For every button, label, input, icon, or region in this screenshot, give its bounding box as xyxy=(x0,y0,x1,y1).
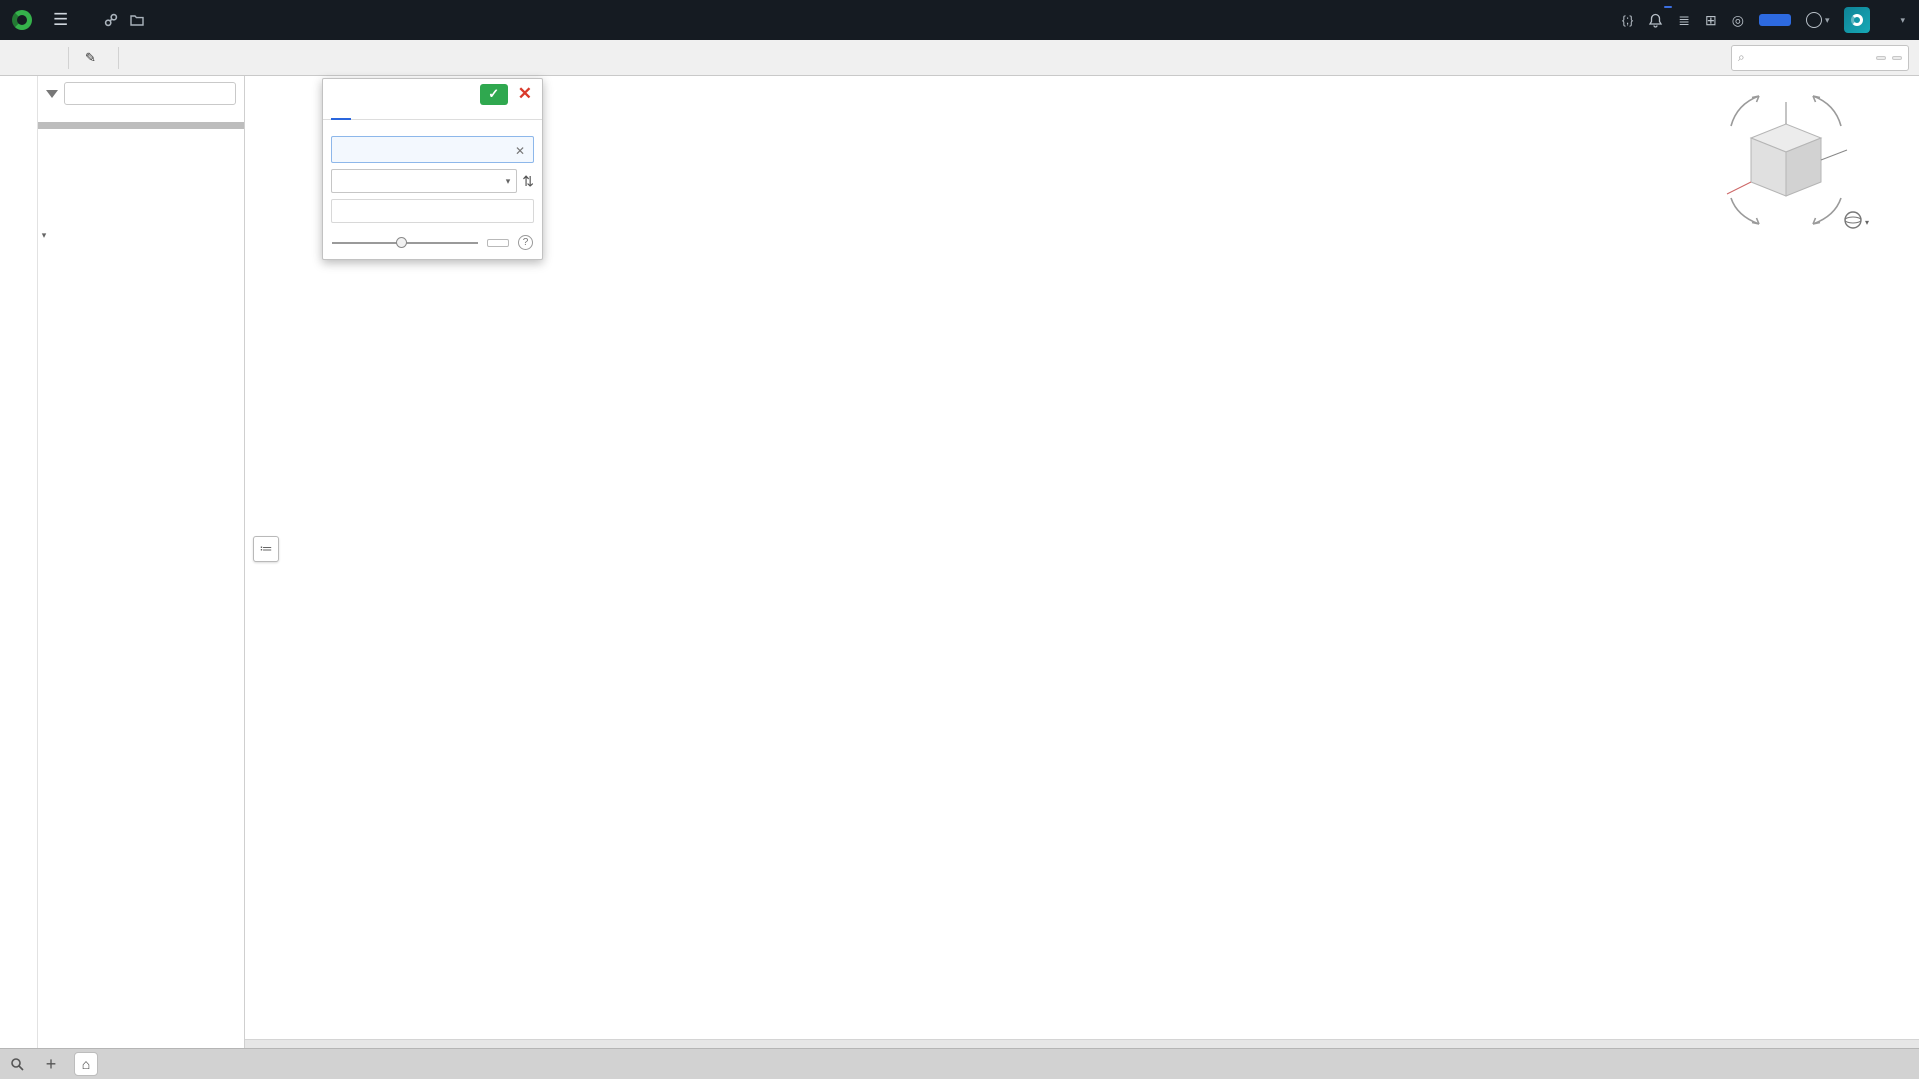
undo-button[interactable] xyxy=(10,44,36,72)
left-rail xyxy=(0,76,38,1048)
onshape-logo-icon xyxy=(12,10,32,30)
toolbar-divider xyxy=(68,46,69,69)
notifications-bell-icon[interactable] xyxy=(1648,5,1673,28)
flip-direction-icon[interactable]: ⇅ xyxy=(522,173,534,190)
help-menu-icon[interactable]: ▾ xyxy=(1805,12,1829,28)
new-tab-button[interactable]: + xyxy=(34,1049,68,1079)
toolbar-divider xyxy=(117,46,119,69)
home-tab-button[interactable]: ⌂ xyxy=(74,1052,98,1076)
parts-header-row[interactable]: ▾ xyxy=(38,222,244,248)
notification-badge xyxy=(1664,5,1673,8)
clear-selection-icon[interactable]: ✕ xyxy=(513,144,527,158)
task-list-icon[interactable]: ≣ xyxy=(1678,12,1690,29)
mode-remove[interactable] xyxy=(363,125,375,129)
rollback-bar[interactable] xyxy=(38,122,244,129)
dialog-help-icon[interactable]: ? xyxy=(518,235,533,250)
horizontal-scrollbar[interactable] xyxy=(245,1039,1919,1048)
perspective-toggle-icon[interactable]: ▾ xyxy=(1844,211,1869,229)
svg-text:▾: ▾ xyxy=(1865,218,1869,227)
avatar-logo-icon xyxy=(1851,14,1864,26)
share-button[interactable] xyxy=(1758,14,1791,26)
cancel-button[interactable]: ✕ xyxy=(514,84,536,104)
pencil-icon: ✎ xyxy=(85,49,96,65)
slider-thumb[interactable] xyxy=(396,236,408,248)
feature-panel: ▾ xyxy=(38,76,245,1048)
search-icon: ⌕ xyxy=(1738,50,1745,64)
expand-panel-button[interactable]: ≔ xyxy=(253,536,279,562)
tab-surface[interactable] xyxy=(351,109,371,119)
search-tabs-icon[interactable] xyxy=(0,1049,34,1079)
gusset-feature-dialog: ✓ ✕ ✕ ▾ ⇅ ? xyxy=(322,78,543,260)
tab-solid[interactable] xyxy=(331,109,351,120)
user-menu-caret-icon[interactable]: ▾ xyxy=(1900,15,1905,26)
chevron-down-icon: ▾ xyxy=(505,175,511,186)
selection-box[interactable]: ✕ xyxy=(331,136,534,163)
user-avatar[interactable] xyxy=(1844,7,1871,33)
shortcut-key-alt xyxy=(1876,55,1886,60)
feature-filter-input[interactable] xyxy=(64,82,236,105)
shortcut-key-c xyxy=(1892,55,1902,60)
mode-intersect[interactable] xyxy=(379,125,391,129)
community-icon[interactable]: ◎ xyxy=(1732,12,1744,29)
featurescript-icon[interactable]: {;} xyxy=(1622,13,1633,27)
onshape-logo[interactable] xyxy=(12,10,39,30)
tabs-bar: + ⌂ xyxy=(0,1048,1919,1079)
depth-field[interactable] xyxy=(331,199,534,223)
tab-thin[interactable] xyxy=(371,109,391,119)
mode-add[interactable] xyxy=(347,125,359,129)
filter-funnel-icon xyxy=(46,89,58,98)
workspace-icon[interactable] xyxy=(130,14,144,26)
top-bar: ☰ {;} ≣ ⊞ ◎ ▾ ▾ xyxy=(0,0,1919,40)
final-button[interactable] xyxy=(487,238,509,247)
end-condition-select[interactable]: ▾ xyxy=(331,169,518,193)
redo-button[interactable] xyxy=(36,44,62,72)
accept-button[interactable]: ✓ xyxy=(479,83,508,105)
view-cube[interactable]: ▾ xyxy=(1701,82,1881,242)
search-tools-input[interactable] xyxy=(1750,49,1870,66)
apps-grid-icon[interactable]: ⊞ xyxy=(1705,12,1717,29)
search-tools-box[interactable]: ⌕ xyxy=(1731,44,1909,71)
share-link-icon[interactable] xyxy=(104,13,118,27)
rollback-slider[interactable] xyxy=(332,236,478,248)
topbar-right: {;} ≣ ⊞ ◎ ▾ ▾ xyxy=(1622,5,1919,33)
main-menu-icon[interactable]: ☰ xyxy=(53,10,68,30)
feature-toolbar: ✎ ⌕ xyxy=(0,40,1919,76)
mode-new[interactable] xyxy=(331,125,343,129)
sketch-button[interactable]: ✎ xyxy=(75,44,112,72)
